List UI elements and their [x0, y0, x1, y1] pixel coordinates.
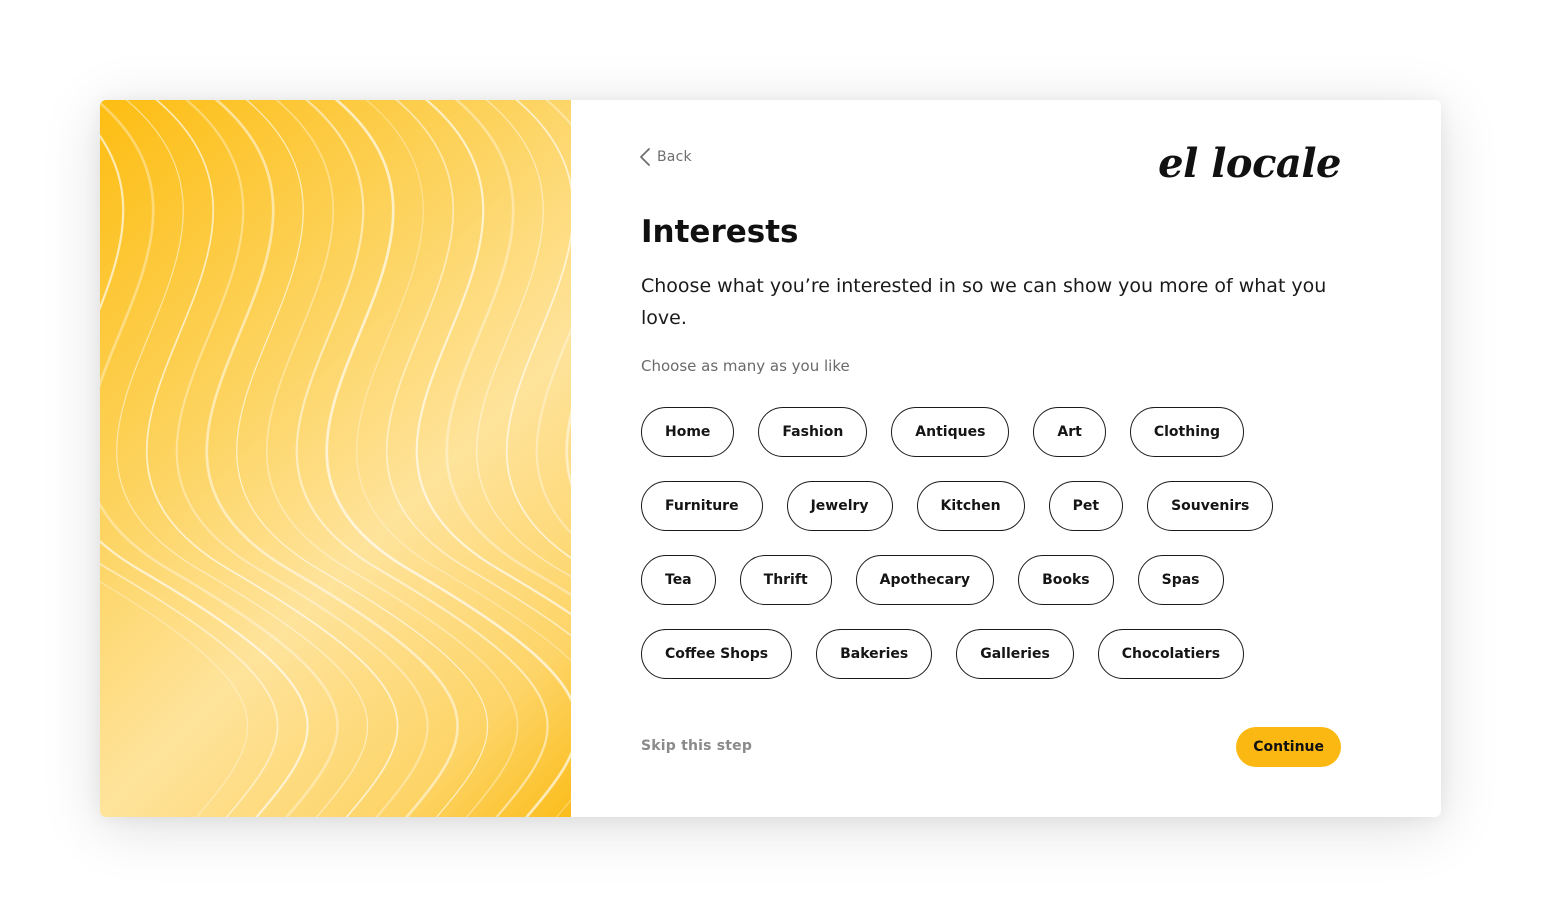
wave-line — [100, 562, 279, 817]
chip-coffee-shops[interactable]: Coffee Shops — [641, 629, 793, 679]
chip-row: Home Fashion Antiques Art Clothing — [641, 407, 1361, 457]
interest-chip-group: Home Fashion Antiques Art Clothing Furni… — [641, 407, 1361, 703]
continue-button[interactable]: Continue — [1236, 727, 1341, 767]
chip-pet[interactable]: Pet — [1048, 481, 1124, 531]
chip-souvenirs[interactable]: Souvenirs — [1147, 481, 1274, 531]
wave-lines — [100, 100, 571, 817]
chip-apothecary[interactable]: Apothecary — [855, 555, 995, 605]
chip-thrift[interactable]: Thrift — [739, 555, 832, 605]
chevron-left-icon — [640, 148, 650, 166]
chip-tea[interactable]: Tea — [641, 555, 716, 605]
skip-step-link[interactable]: Skip this step — [641, 738, 752, 754]
wave-line — [100, 101, 339, 817]
page-title: Interests — [641, 214, 799, 250]
back-button[interactable]: Back — [639, 148, 692, 166]
page-background: Back el locale Interests Choose what you… — [0, 0, 1541, 917]
wave-line — [325, 100, 571, 817]
chip-bakeries[interactable]: Bakeries — [816, 629, 933, 679]
chip-spas[interactable]: Spas — [1137, 555, 1224, 605]
interests-panel: Back el locale Interests Choose what you… — [571, 100, 1441, 817]
chip-row: Coffee Shops Bakeries Galleries Chocolat… — [641, 629, 1361, 679]
chip-art[interactable]: Art — [1033, 407, 1106, 457]
chip-row: Furniture Jewelry Kitchen Pet Souvenirs — [641, 481, 1361, 531]
selection-hint: Choose as many as you like — [641, 357, 850, 375]
chip-antiques[interactable]: Antiques — [891, 407, 1010, 457]
chip-galleries[interactable]: Galleries — [956, 629, 1074, 679]
chip-fashion[interactable]: Fashion — [758, 407, 868, 457]
page-subtitle: Choose what you’re interested in so we c… — [641, 275, 1327, 329]
chip-clothing[interactable]: Clothing — [1129, 407, 1244, 457]
chip-row: Tea Thrift Apothecary Books Spas — [641, 555, 1361, 605]
chip-kitchen[interactable]: Kitchen — [916, 481, 1025, 531]
back-label: Back — [657, 149, 692, 165]
wave-line — [565, 409, 571, 488]
brand-logo: el locale — [1158, 140, 1341, 187]
chip-chocolatiers[interactable]: Chocolatiers — [1097, 629, 1245, 679]
chip-home[interactable]: Home — [641, 407, 735, 457]
wave-line — [100, 134, 309, 817]
decorative-wave-image — [100, 100, 571, 817]
chip-books[interactable]: Books — [1018, 555, 1114, 605]
wave-line — [386, 100, 571, 637]
onboarding-card: Back el locale Interests Choose what you… — [100, 100, 1441, 817]
wave-line — [506, 100, 571, 559]
wave-line — [445, 100, 571, 597]
chip-furniture[interactable]: Furniture — [641, 481, 763, 531]
chip-jewelry[interactable]: Jewelry — [786, 481, 893, 531]
